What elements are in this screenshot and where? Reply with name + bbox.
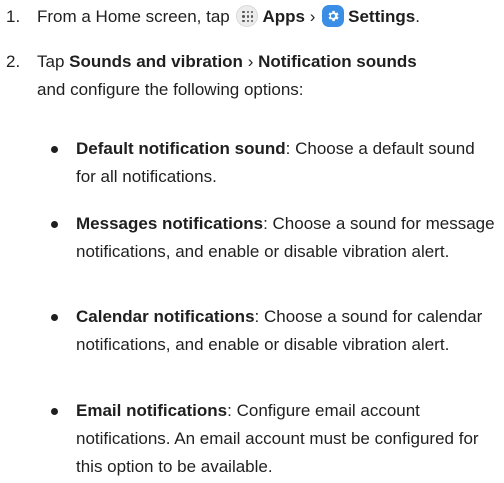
step-number: 1. xyxy=(6,7,21,26)
option-term: Email notifications xyxy=(76,401,228,420)
step-text: From a Home screen, tap Apps › Settings. xyxy=(37,5,420,27)
bullet-icon xyxy=(51,408,58,415)
settings-icon xyxy=(322,5,345,27)
bullet-icon xyxy=(51,146,58,153)
breadcrumb-separator: › xyxy=(309,7,316,26)
apps-icon xyxy=(236,5,259,27)
settings-label: Settings xyxy=(348,7,416,26)
instructions-document: 1. From a Home screen, tap Apps › Settin… xyxy=(0,0,504,483)
bullet-icon xyxy=(51,221,58,228)
breadcrumb-separator: › xyxy=(247,52,254,71)
notification-sounds-label: Notification sounds xyxy=(258,52,417,71)
bullet-icon xyxy=(51,314,58,321)
step-number: 2. xyxy=(6,52,21,71)
option-term: Calendar notifications xyxy=(76,307,255,326)
apps-label: Apps xyxy=(262,7,305,26)
option-term: Default notification sound xyxy=(76,139,286,158)
step-text: Tap Sounds and vibration › Notification … xyxy=(37,52,417,99)
sounds-and-vibration-label: Sounds and vibration xyxy=(69,52,243,71)
option-term: Messages notifications xyxy=(76,214,264,233)
